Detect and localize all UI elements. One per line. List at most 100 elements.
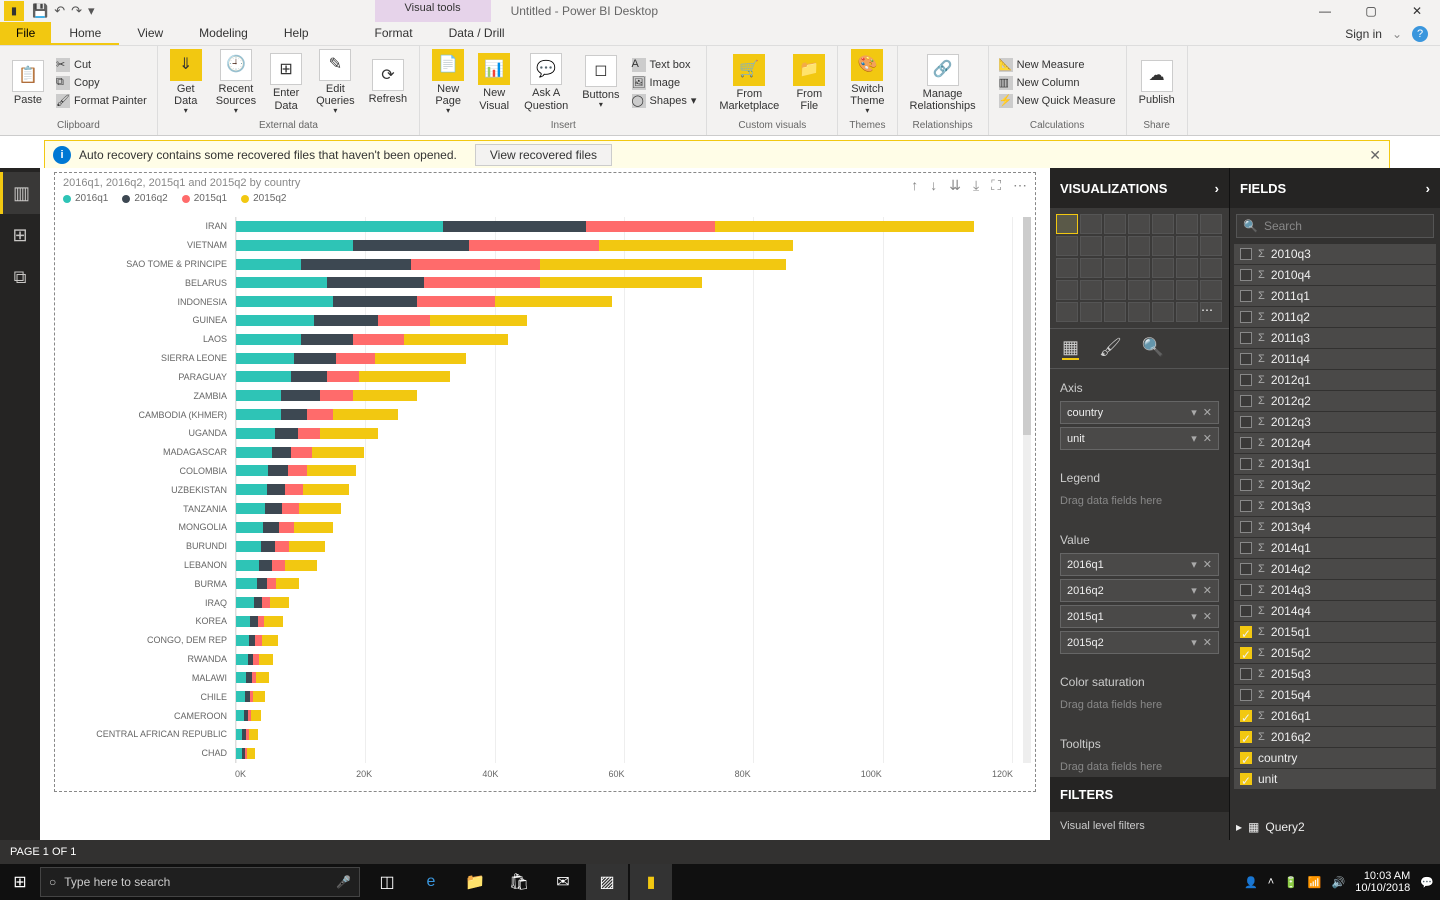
close-notification-icon[interactable]: ✕ (1369, 147, 1381, 164)
checkbox[interactable] (1240, 374, 1252, 386)
bar-row[interactable] (236, 748, 1013, 759)
qat-dropdown-icon[interactable]: ▾ (88, 3, 95, 19)
field-item[interactable]: Σ2011q1 (1234, 286, 1436, 306)
minimize-button[interactable]: — (1302, 0, 1348, 22)
viz-type-icon[interactable] (1104, 214, 1126, 234)
bar-row[interactable] (236, 296, 1013, 307)
stacked-bar-viz-icon[interactable] (1056, 214, 1078, 234)
data-view-icon[interactable]: ⊞ (0, 214, 40, 256)
remove-chip-icon[interactable]: ✕ (1203, 558, 1212, 571)
checkbox[interactable] (1240, 458, 1252, 470)
well-placeholder[interactable]: Drag data fields here (1060, 757, 1219, 777)
viz-type-icon[interactable] (1080, 258, 1102, 278)
task-view-icon[interactable]: ◫ (366, 864, 408, 900)
format-painter-button[interactable]: 🖌Format Painter (52, 93, 151, 109)
recent-sources-button[interactable]: 🕘Recent Sources▾ (210, 47, 262, 118)
buttons-button[interactable]: ◻Buttons▾ (576, 53, 625, 112)
field-item[interactable]: Σ2010q3 (1234, 244, 1436, 264)
viz-type-icon[interactable] (1080, 214, 1102, 234)
home-tab[interactable]: Home (51, 22, 119, 45)
checkbox[interactable] (1240, 332, 1252, 344)
chevron-down-icon[interactable]: ▾ (1191, 432, 1197, 445)
chart-visual[interactable]: 2016q1, 2016q2, 2015q1 and 2015q2 by cou… (54, 172, 1036, 792)
bar-row[interactable] (236, 484, 1013, 495)
bar-row[interactable] (236, 729, 1013, 740)
notifications-icon[interactable]: 💬 (1420, 876, 1434, 889)
bar-row[interactable] (236, 616, 1013, 627)
new-page-button[interactable]: 📄New Page▾ (426, 47, 470, 118)
checkbox[interactable] (1240, 689, 1252, 701)
remove-chip-icon[interactable]: ✕ (1203, 610, 1212, 623)
field-item[interactable]: ✓Σ2015q1 (1234, 622, 1436, 642)
field-item[interactable]: Σ2011q4 (1234, 349, 1436, 369)
checkbox[interactable] (1240, 395, 1252, 407)
help-tab[interactable]: Help (266, 22, 327, 45)
field-item[interactable]: Σ2012q3 (1234, 412, 1436, 432)
refresh-button[interactable]: ⟳Refresh (363, 57, 414, 107)
tray-up-icon[interactable]: ˄ (1268, 876, 1274, 888)
sign-in-link[interactable]: Sign in (1345, 27, 1382, 41)
viz-type-icon[interactable] (1200, 258, 1222, 278)
viz-type-icon[interactable] (1176, 258, 1198, 278)
checkbox[interactable] (1240, 269, 1252, 281)
help-icon[interactable]: ? (1412, 26, 1428, 42)
checkbox[interactable] (1240, 668, 1252, 680)
enter-data-button[interactable]: ⊞Enter Data (264, 51, 308, 113)
bar-row[interactable] (236, 371, 1013, 382)
field-item[interactable]: ✓Σ2015q2 (1234, 643, 1436, 663)
report-canvas[interactable]: 2016q1, 2016q2, 2015q1 and 2015q2 by cou… (40, 168, 1050, 840)
viz-type-icon[interactable] (1104, 258, 1126, 278)
field-item[interactable]: Σ2011q2 (1234, 307, 1436, 327)
field-item[interactable]: ✓Σ2016q2 (1234, 727, 1436, 747)
field-chip[interactable]: 2015q1▾✕ (1060, 605, 1219, 628)
bar-row[interactable] (236, 635, 1013, 646)
field-chip[interactable]: 2016q2▾✕ (1060, 579, 1219, 602)
checkbox[interactable] (1240, 500, 1252, 512)
field-item[interactable]: Σ2013q4 (1234, 517, 1436, 537)
checkbox[interactable]: ✓ (1240, 626, 1252, 638)
more-viz-icon[interactable]: ⋯ (1200, 302, 1222, 322)
file-explorer-icon[interactable]: 📁 (454, 864, 496, 900)
bar-row[interactable] (236, 390, 1013, 401)
maximize-button[interactable]: ▢ (1348, 0, 1394, 22)
checkbox[interactable] (1240, 479, 1252, 491)
volume-icon[interactable]: 🔊 (1332, 876, 1346, 889)
bar-row[interactable] (236, 503, 1013, 514)
sticky-notes-icon[interactable]: ▨ (586, 864, 628, 900)
paste-button[interactable]: 📋Paste (6, 58, 50, 108)
remove-chip-icon[interactable]: ✕ (1203, 406, 1212, 419)
fields-tab-icon[interactable]: ▦ (1062, 337, 1079, 360)
from-file-button[interactable]: 📁From File (787, 52, 831, 114)
viz-type-icon[interactable] (1200, 236, 1222, 256)
field-item[interactable]: Σ2015q3 (1234, 664, 1436, 684)
viz-type-icon[interactable] (1080, 302, 1102, 322)
close-button[interactable]: ✕ (1394, 0, 1440, 22)
edge-icon[interactable]: e (410, 864, 452, 900)
chevron-down-icon[interactable]: ▾ (1191, 558, 1197, 571)
viz-type-icon[interactable] (1056, 258, 1078, 278)
field-item[interactable]: Σ2013q1 (1234, 454, 1436, 474)
switch-theme-button[interactable]: 🎨Switch Theme▾ (844, 47, 890, 118)
get-data-button[interactable]: ⇓Get Data▾ (164, 47, 208, 118)
field-item[interactable]: Σ2015q4 (1234, 685, 1436, 705)
store-icon[interactable]: 🛍 (498, 864, 540, 900)
field-item[interactable]: Σ2014q2 (1234, 559, 1436, 579)
viz-type-icon[interactable] (1152, 280, 1174, 300)
bar-row[interactable] (236, 597, 1013, 608)
expand-all-icon[interactable]: ⤓ (973, 177, 979, 194)
checkbox[interactable] (1240, 521, 1252, 533)
modeling-tab[interactable]: Modeling (181, 22, 266, 45)
mail-icon[interactable]: ✉ (542, 864, 584, 900)
filters-header[interactable]: FILTERS (1050, 777, 1229, 812)
checkbox[interactable] (1240, 248, 1252, 260)
field-item[interactable]: ✓Σ2016q1 (1234, 706, 1436, 726)
more-options-icon[interactable]: ⋯ (1013, 177, 1027, 194)
chevron-down-icon[interactable]: ⌄ (1392, 27, 1402, 41)
redo-icon[interactable]: ↷ (71, 3, 82, 19)
bar-row[interactable] (236, 654, 1013, 665)
datadrill-tab[interactable]: Data / Drill (431, 22, 523, 45)
view-tab[interactable]: View (119, 22, 181, 45)
bar-row[interactable] (236, 447, 1013, 458)
field-item[interactable]: Σ2014q1 (1234, 538, 1436, 558)
chevron-down-icon[interactable]: ▾ (1191, 610, 1197, 623)
